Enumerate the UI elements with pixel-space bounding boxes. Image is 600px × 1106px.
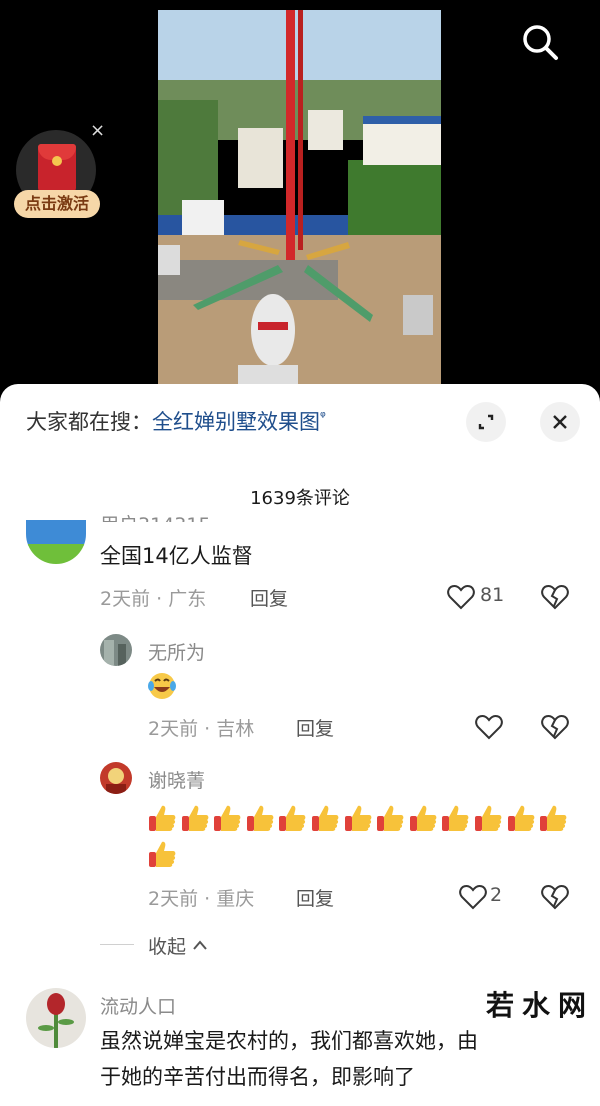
crying-laughing-emoji (148, 673, 176, 699)
thumbs-up-emoji (246, 805, 274, 831)
heart-icon[interactable] (446, 582, 476, 612)
heart-icon[interactable] (474, 712, 504, 742)
thumbs-up-emoji (311, 805, 339, 831)
video-still-construction-site (158, 10, 441, 390)
thumbs-up-emoji (474, 805, 502, 831)
search-button[interactable] (516, 18, 564, 66)
comment-text-line-2: 于她的辛苦付出而得名，即影响了 (100, 1065, 415, 1089)
search-small-icon: ᵠ (320, 409, 326, 425)
avatar[interactable] (26, 988, 86, 1048)
broken-heart-icon[interactable] (540, 882, 570, 912)
expand-icon (478, 414, 494, 430)
comment-author[interactable]: 用户314315 (100, 510, 211, 522)
broken-heart-icon[interactable] (540, 582, 570, 612)
thumbs-up-emoji (149, 841, 176, 867)
collapse-label: 收起 (148, 936, 187, 958)
comment-author[interactable]: 无所为 (148, 638, 205, 665)
thumbs-up-emoji (409, 805, 437, 831)
thumbs-up-emoji (279, 805, 306, 831)
thumbs-up-emoji (344, 805, 371, 831)
hot-search-bar[interactable]: 大家都在搜：全红婵别墅效果图ᵠ (26, 406, 326, 436)
hot-search-prefix: 大家都在搜： (26, 410, 152, 434)
collapse-divider (100, 944, 134, 945)
comment-text: 全国14亿人监督 (100, 544, 253, 568)
thumbs-up-emoji (214, 805, 241, 831)
close-icon[interactable]: × (90, 122, 105, 140)
heart-icon[interactable] (458, 882, 488, 912)
comment-meta: 2天前 · 广东 (100, 588, 207, 610)
close-sheet-button[interactable] (540, 402, 580, 442)
avatar[interactable] (100, 634, 132, 666)
red-envelope-icon (38, 144, 76, 192)
like-count: 2 (490, 884, 503, 906)
comment-author[interactable]: 谢晓菁 (148, 766, 205, 793)
close-icon (553, 415, 567, 429)
thumbs-up-emoji-row (146, 802, 586, 874)
comment-text-line-1: 虽然说婵宝是农村的，我们都喜欢她，由 (100, 1029, 478, 1053)
thumbs-up-emoji (507, 805, 534, 831)
site-watermark: 若水网 (482, 984, 599, 1024)
thumbs-up-emoji (149, 805, 176, 831)
reply-button[interactable]: 回复 (250, 584, 288, 611)
comment-meta: 2天前 · 重庆 (148, 888, 255, 910)
broken-heart-icon[interactable] (540, 712, 570, 742)
thumbs-up-emoji (181, 805, 208, 831)
red-packet-widget[interactable]: 点击激活 (14, 128, 100, 228)
avatar[interactable] (26, 520, 86, 564)
thumbs-up-emoji (442, 805, 469, 831)
comment-author[interactable]: 流动人口 (100, 992, 176, 1019)
search-icon (523, 25, 558, 60)
comment-meta: 2天前 · 吉林 (148, 718, 255, 740)
reply-button[interactable]: 回复 (296, 884, 334, 911)
video-player[interactable]: 点击激活 × (0, 0, 600, 400)
activate-button[interactable]: 点击激活 (14, 190, 100, 218)
video-frame[interactable] (158, 10, 441, 390)
comment-count: 1639条评论 (250, 488, 350, 509)
expand-button[interactable] (466, 402, 506, 442)
thumbs-up-emoji (377, 805, 404, 831)
collapse-button[interactable]: 收起 (148, 932, 208, 959)
like-count: 81 (480, 584, 505, 606)
avatar[interactable] (100, 762, 132, 794)
thumbs-up-emoji (540, 805, 567, 831)
hot-search-keyword[interactable]: 全红婵别墅效果图 (152, 410, 320, 434)
reply-button[interactable]: 回复 (296, 714, 334, 741)
chevron-up-icon (193, 940, 207, 950)
